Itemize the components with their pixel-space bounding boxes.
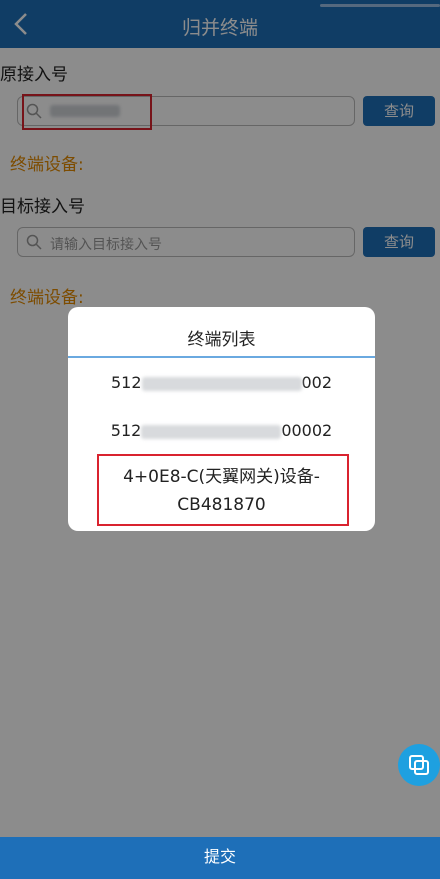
submit-button[interactable]: 提交 [0,837,440,879]
terminal-list-item[interactable]: 512 002 [68,373,375,392]
blurred-serial [141,424,282,439]
selected-item-highlight [97,454,349,526]
floating-window-button[interactable] [398,744,440,786]
dialog-title: 终端列表 [187,330,256,350]
dialog-divider [68,356,375,358]
terminal-list-dialog: 终端列表 512 002 512 00002 4+0E8-C(天翼网关)设备- CB… [68,307,375,531]
blurred-serial [141,376,302,391]
copy-window-icon [409,755,429,775]
terminal-list-item[interactable]: 512 00002 [68,421,375,440]
